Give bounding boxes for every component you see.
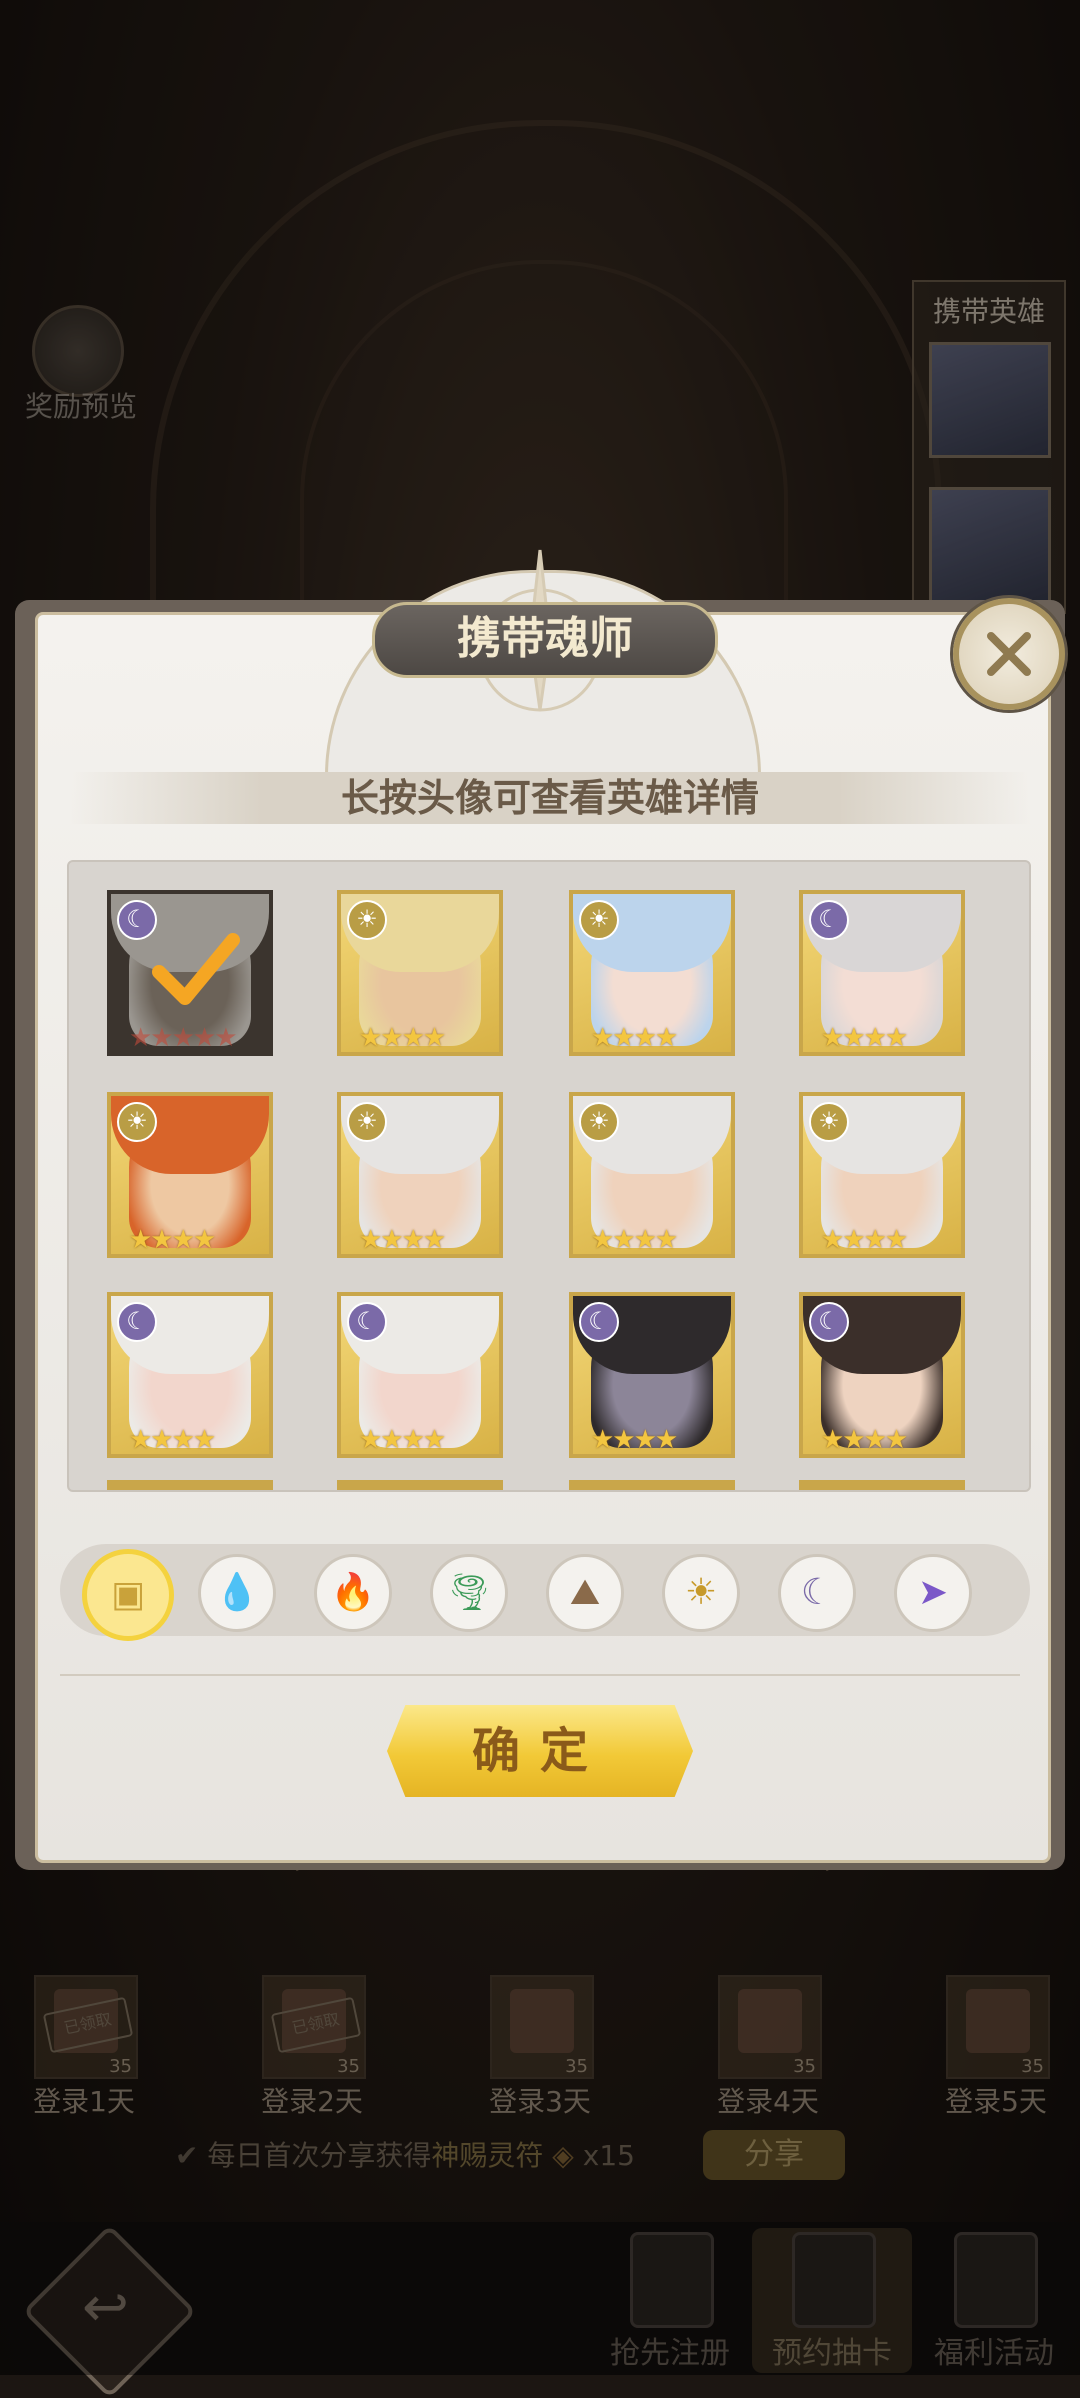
star-rating: ★★★★	[821, 1225, 908, 1255]
star-rating: ★★★★	[129, 1225, 216, 1255]
hero-portrait[interactable]: ☾ ★★★★	[799, 1292, 965, 1458]
hero-portrait[interactable]: ☾ ★★★★	[107, 1292, 273, 1458]
hero-portrait[interactable]: ☀ ★★★★	[569, 1092, 735, 1258]
carry-hero-dialog: 携带魂师 长按头像可查看英雄详情 ☾ ★★★★★ ☀ ★★★★ ☀ ★★★★ ☾ ★★★★ ☀ ★…	[15, 540, 1065, 1870]
dark-element-icon: ☾	[809, 900, 849, 940]
all-box-icon: ▣	[110, 1574, 145, 1615]
dialog-title: 携带魂师	[372, 602, 718, 678]
dark-element-icon: ☾	[347, 1302, 387, 1342]
light-element-icon: ☀	[579, 900, 619, 940]
dark-element-icon: ☾	[117, 1302, 157, 1342]
checkmark-icon	[152, 933, 240, 1005]
hero-portrait[interactable]: ☀ ★★★★	[569, 890, 735, 1056]
wind-tornado-icon: 🌪	[446, 1572, 492, 1613]
star-rating: ★★★★	[359, 1425, 446, 1455]
hero-portrait[interactable]: ☾ ★★★★★	[107, 890, 273, 1056]
hero-portrait-partial[interactable]	[799, 1480, 965, 1490]
star-rating: ★★★★	[821, 1425, 908, 1455]
dialog-hint: 长按头像可查看英雄详情	[70, 772, 1030, 824]
light-sun-filter-button[interactable]: ☀	[662, 1554, 740, 1632]
dark-element-icon: ☾	[809, 1302, 849, 1342]
hero-portrait-partial[interactable]	[107, 1480, 273, 1490]
hero-portrait[interactable]: ☾ ★★★★	[799, 890, 965, 1056]
water-drop-icon: 💧	[214, 1572, 260, 1613]
star-rating: ★★★★	[359, 1023, 446, 1053]
light-element-icon: ☀	[579, 1102, 619, 1142]
fire-flame-icon: 🔥	[330, 1572, 376, 1613]
light-element-icon: ☀	[117, 1102, 157, 1142]
light-element-icon: ☀	[809, 1102, 849, 1142]
star-rating: ★★★★	[129, 1425, 216, 1455]
fire-flame-filter-button[interactable]: 🔥	[314, 1554, 392, 1632]
arcane-arrow-icon: ➤	[917, 1572, 949, 1613]
star-rating: ★★★★	[591, 1425, 678, 1455]
all-box-filter-button[interactable]: ▣	[82, 1549, 174, 1641]
divider	[60, 1674, 1020, 1676]
confirm-label: 确定	[471, 1723, 608, 1779]
star-rating: ★★★★	[591, 1023, 678, 1053]
close-icon	[987, 632, 1031, 676]
hero-portrait[interactable]: ☀ ★★★★	[337, 1092, 503, 1258]
confirm-button[interactable]: 确定	[387, 1705, 693, 1797]
dark-element-icon: ☾	[579, 1302, 619, 1342]
hero-portrait[interactable]: ☀ ★★★★	[337, 890, 503, 1056]
light-element-icon: ☀	[347, 900, 387, 940]
hero-grid: ☾ ★★★★★ ☀ ★★★★ ☀ ★★★★ ☾ ★★★★ ☀ ★★★★ ☀ ★★★★ ☀ ★★★★ ☀ ★★★…	[67, 860, 1031, 1492]
star-rating: ★★★★	[821, 1023, 908, 1053]
star-rating: ★★★★	[591, 1225, 678, 1255]
arcane-arrow-filter-button[interactable]: ➤	[894, 1554, 972, 1632]
hero-portrait[interactable]: ☀ ★★★★	[799, 1092, 965, 1258]
water-drop-filter-button[interactable]: 💧	[198, 1554, 276, 1632]
earth-mountain-icon: ⛰	[569, 1572, 601, 1613]
dark-moon-filter-button[interactable]: ☾	[778, 1554, 856, 1632]
star-rating: ★★★★	[359, 1225, 446, 1255]
light-element-icon: ☀	[347, 1102, 387, 1142]
hero-portrait-partial[interactable]	[337, 1480, 503, 1490]
dark-moon-icon: ☾	[800, 1572, 834, 1613]
hero-portrait[interactable]: ☾ ★★★★	[337, 1292, 503, 1458]
close-button[interactable]	[953, 598, 1065, 710]
star-rating: ★★★★★	[129, 1023, 238, 1053]
hero-portrait[interactable]: ☾ ★★★★	[569, 1292, 735, 1458]
hero-portrait[interactable]: ☀ ★★★★	[107, 1092, 273, 1258]
earth-mountain-filter-button[interactable]: ⛰	[546, 1554, 624, 1632]
hero-portrait-partial[interactable]	[569, 1480, 735, 1490]
light-sun-icon: ☀	[684, 1572, 718, 1613]
element-filter-bar: ▣ 💧 🔥 🌪 ⛰ ☀ ☾ ➤	[60, 1544, 1030, 1641]
wind-tornado-filter-button[interactable]: 🌪	[430, 1554, 508, 1632]
